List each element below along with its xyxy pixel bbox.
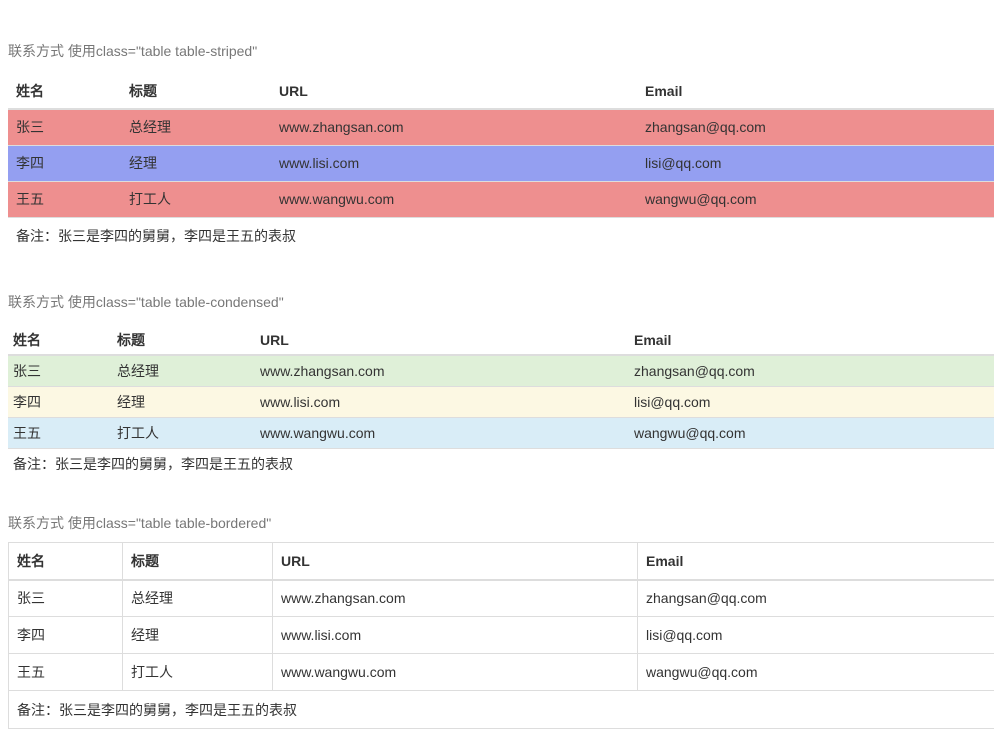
table-row: 王五 打工人 www.wangwu.com wangwu@qq.com — [8, 416, 994, 448]
cell-name: 王五 — [8, 416, 112, 448]
cell-email: lisi@qq.com — [637, 144, 994, 181]
cell-title: 总经理 — [129, 119, 171, 136]
cell-email: zhangsan@qq.com — [634, 362, 755, 379]
note-row: 备注：张三是李四的舅舅，李四是王五的表叔 — [8, 690, 994, 729]
cell-title: 经理 — [122, 616, 273, 654]
bordered-table-section: 联系方式 使用class="table table-bordered" 姓名 标… — [8, 513, 994, 729]
striped-table-section: 联系方式 使用class="table table-striped" 姓名 标题… — [8, 41, 994, 255]
cell-name: 王五 — [8, 653, 123, 691]
cell-name: 张三 — [16, 119, 44, 136]
header-url: URL — [271, 73, 637, 110]
cell-name: 张三 — [8, 579, 123, 617]
table-row: 王五 打工人 www.wangwu.com wangwu@qq.com — [8, 653, 994, 691]
table-caption: 联系方式 使用class="table table-striped" — [8, 43, 258, 59]
cell-title: 经理 — [112, 385, 255, 417]
table-row: 李四 经理 www.lisi.com lisi@qq.com — [8, 385, 994, 417]
cell-title: 总经理 — [117, 362, 159, 379]
header-title: 标题 — [122, 542, 273, 581]
table-row: 李四 经理 www.lisi.com lisi@qq.com — [8, 616, 994, 654]
cell-name: 王五 — [8, 180, 121, 217]
cell-url: www.lisi.com — [255, 385, 629, 417]
header-name: 姓名 — [8, 325, 112, 356]
table-header-row: 姓名 标题 URL Email — [8, 73, 994, 110]
note-row: 备注：张三是李四的舅舅，李四是王五的表叔 — [8, 216, 994, 255]
table-row: 张三 总经理 www.zhangsan.com zhangsan@qq.com — [8, 109, 994, 145]
header-email: Email — [637, 73, 994, 110]
header-name: 姓名 — [8, 73, 121, 110]
cell-url: www.lisi.com — [271, 144, 637, 181]
header-name: 姓名 — [8, 542, 123, 581]
cell-name: 李四 — [8, 616, 123, 654]
cell-title: 打工人 — [121, 180, 271, 217]
cell-url: www.lisi.com — [272, 616, 638, 654]
table-caption: 联系方式 使用class="table table-condensed" — [8, 294, 284, 310]
table-caption: 联系方式 使用class="table table-bordered" — [8, 515, 272, 531]
cell-email: lisi@qq.com — [637, 616, 994, 654]
table-row: 李四 经理 www.lisi.com lisi@qq.com — [8, 144, 994, 181]
cell-url: www.zhangsan.com — [260, 362, 385, 379]
cell-email: wangwu@qq.com — [637, 180, 994, 217]
cell-title: 总经理 — [122, 579, 273, 617]
cell-email: lisi@qq.com — [629, 385, 994, 417]
cell-title: 打工人 — [112, 416, 255, 448]
header-title: 标题 — [112, 325, 255, 356]
contact-table-bordered: 姓名 标题 URL Email 张三 总经理 www.zhangsan.com … — [8, 542, 994, 729]
contact-table-condensed: 姓名 标题 URL Email 张三 总经理 www.zhangsan.com … — [8, 325, 994, 479]
cell-url: www.wangwu.com — [255, 416, 629, 448]
table-header-row: 姓名 标题 URL Email — [8, 542, 994, 581]
cell-email: wangwu@qq.com — [637, 653, 994, 691]
cell-url: www.zhangsan.com — [272, 579, 638, 617]
note-row: 备注：张三是李四的舅舅，李四是王五的表叔 — [8, 447, 994, 479]
cell-name: 李四 — [8, 144, 121, 181]
header-email: Email — [637, 542, 994, 581]
cell-name: 李四 — [8, 385, 112, 417]
cell-title: 打工人 — [122, 653, 273, 691]
cell-title: 经理 — [121, 144, 271, 181]
cell-url: www.wangwu.com — [272, 653, 638, 691]
cell-url: www.wangwu.com — [271, 180, 637, 217]
table-note: 备注：张三是李四的舅舅，李四是王五的表叔 — [8, 216, 994, 255]
header-url: URL — [272, 542, 638, 581]
header-url: URL — [255, 325, 629, 356]
table-row: 张三 总经理 www.zhangsan.com zhangsan@qq.com — [8, 579, 994, 617]
cell-email: zhangsan@qq.com — [637, 579, 994, 617]
table-note: 备注：张三是李四的舅舅，李四是王五的表叔 — [8, 447, 994, 479]
table-header-row: 姓名 标题 URL Email — [8, 325, 994, 356]
table-row: 张三 总经理 www.zhangsan.com zhangsan@qq.com — [8, 355, 994, 386]
table-row: 王五 打工人 www.wangwu.com wangwu@qq.com — [8, 180, 994, 217]
condensed-table-section: 联系方式 使用class="table table-condensed" 姓名 … — [8, 292, 994, 479]
cell-email: zhangsan@qq.com — [645, 119, 766, 136]
header-email: Email — [629, 325, 994, 356]
table-note: 备注：张三是李四的舅舅，李四是王五的表叔 — [8, 690, 994, 729]
contact-table-striped: 姓名 标题 URL Email 张三 总经理 www.zhangsan.com … — [8, 73, 994, 255]
cell-email: wangwu@qq.com — [629, 416, 994, 448]
cell-name: 张三 — [13, 362, 41, 379]
header-title: 标题 — [121, 73, 271, 110]
cell-url: www.zhangsan.com — [279, 119, 404, 136]
